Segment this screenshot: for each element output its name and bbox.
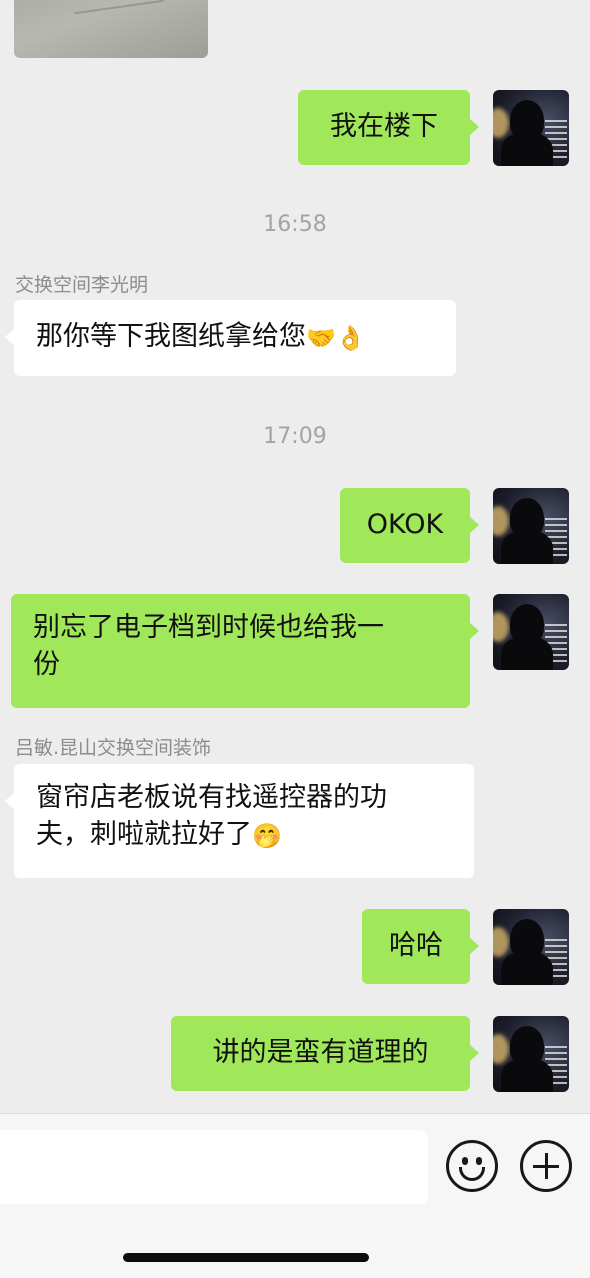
my-avatar[interactable] [493, 1016, 569, 1092]
message-text-line: 夫，刺啦就拉好了 [36, 819, 252, 850]
message-bubble-received[interactable]: 窗帘店老板说有找遥控器的功 夫，刺啦就拉好了🤭 [5, 764, 474, 878]
message-text-line: 别忘了电子档到时候也给我一 [33, 612, 384, 643]
chat-screen: 我在楼下 16:58 交换空间李光明 那你等下我图纸拿给您🤝👌 17:09 OK… [0, 0, 590, 1278]
message-input[interactable] [0, 1130, 428, 1204]
message-bubble-sent[interactable]: 讲的是蛮有道理的 [171, 1016, 479, 1091]
image-message-thumbnail[interactable] [14, 0, 208, 58]
sender-name: 交换空间李光明 [15, 274, 149, 296]
message-text: 讲的是蛮有道理的 [212, 1037, 429, 1068]
my-avatar[interactable] [493, 594, 569, 670]
message-bubble-received[interactable]: 那你等下我图纸拿给您🤝👌 [5, 300, 456, 376]
home-indicator[interactable] [123, 1253, 369, 1262]
smiley-face-icon[interactable] [446, 1140, 498, 1192]
message-text: OKOK [366, 509, 444, 540]
timestamp: 17:09 [263, 424, 327, 449]
message-text: 那你等下我图纸拿给您 [36, 321, 306, 352]
sender-name: 吕敏.昆山交换空间装饰 [15, 737, 212, 759]
my-avatar[interactable] [493, 488, 569, 564]
message-text: 我在楼下 [330, 111, 438, 142]
my-avatar[interactable] [493, 909, 569, 985]
message-bubble-sent[interactable]: 我在楼下 [298, 90, 479, 165]
handshake-emoji: 🤝 [306, 323, 336, 352]
image-scribble [74, 0, 164, 15]
hand-over-mouth-emoji: 🤭 [252, 821, 282, 850]
message-text: 哈哈 [389, 930, 443, 961]
plus-circle-icon[interactable] [520, 1140, 572, 1192]
timestamp: 16:58 [263, 212, 327, 237]
message-bubble-sent[interactable]: OKOK [340, 488, 479, 563]
message-bubble-sent[interactable]: 哈哈 [362, 909, 479, 984]
ok-hand-emoji: 👌 [335, 323, 366, 352]
message-text-line: 份 [33, 649, 60, 680]
message-bubble-sent[interactable]: 别忘了电子档到时候也给我一 份 [11, 594, 479, 708]
my-avatar[interactable] [493, 90, 569, 166]
message-text-line: 窗帘店老板说有找遥控器的功 [36, 782, 387, 813]
